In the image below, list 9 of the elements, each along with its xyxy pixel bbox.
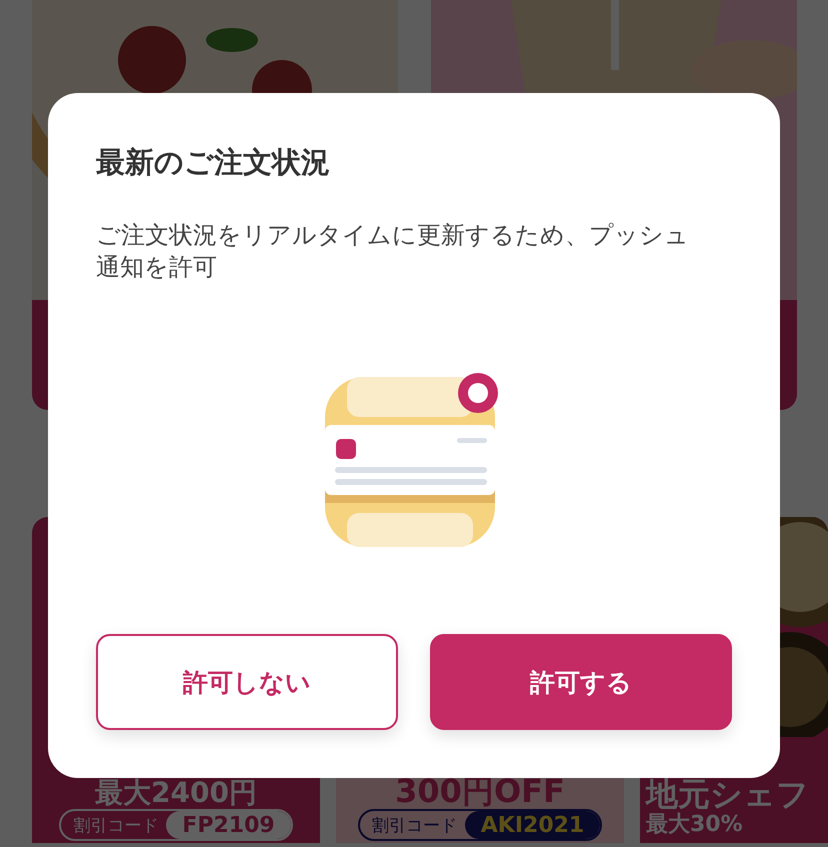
promo-headline: 最大2400円	[95, 779, 257, 807]
dialog-title: 最新のご注文状況	[96, 144, 331, 181]
deny-button[interactable]: 許可しない	[96, 634, 398, 730]
dialog-message: ご注文状況をリアルタイムに更新するため、プッシュ通知を許可	[96, 220, 690, 284]
coupon-code-badge: 割引コード AKI2021	[358, 809, 602, 841]
coupon-code-badge: 割引コード FP2109	[59, 809, 293, 841]
promo-headline: 地元シェフ	[646, 778, 809, 810]
promo-subline: 最大30%	[646, 812, 743, 837]
allow-button[interactable]: 許可する	[430, 634, 732, 730]
